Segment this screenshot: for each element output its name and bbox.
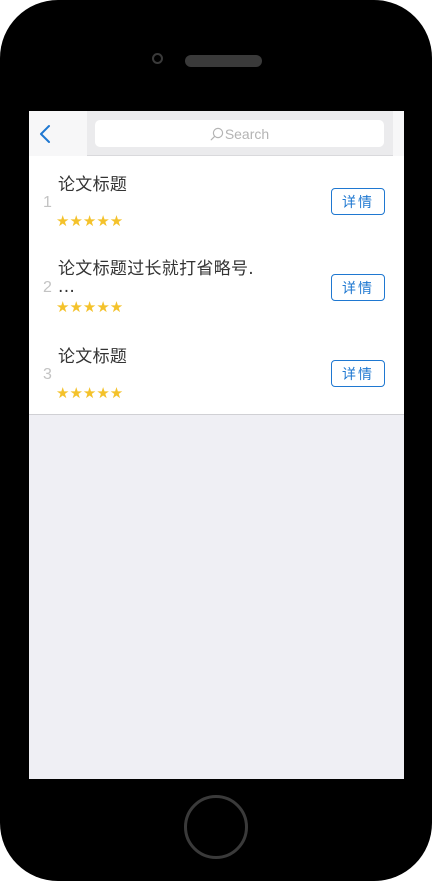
detail-button[interactable]: 详情 (331, 188, 385, 215)
search-placeholder: Search (224, 125, 270, 142)
search-input[interactable]: Search (95, 120, 384, 147)
phone-frame: Search 1 论文标题 ★★★★★ 详情 2 论文标题过长就打省略号. ..… (0, 0, 432, 881)
navigation-bar: Search (29, 111, 404, 156)
rating-stars: ★★★★★ (56, 298, 124, 316)
detail-button[interactable]: 详情 (331, 274, 385, 301)
item-title: 论文标题过长就打省略号. ... (58, 259, 255, 297)
chevron-left-icon (40, 125, 50, 143)
screen: Search 1 论文标题 ★★★★★ 详情 2 论文标题过长就打省略号. ..… (29, 111, 404, 779)
earpiece-speaker (185, 55, 262, 67)
list-item[interactable]: 3 论文标题 ★★★★★ 详情 (29, 328, 404, 414)
item-title: 论文标题 (58, 347, 128, 367)
item-index: 1 (43, 194, 52, 211)
home-button[interactable] (184, 795, 248, 859)
front-camera (152, 53, 163, 64)
item-title: 论文标题 (58, 175, 128, 195)
list-item[interactable]: 1 论文标题 ★★★★★ 详情 (29, 156, 404, 242)
item-index: 2 (43, 279, 52, 296)
rating-stars: ★★★★★ (56, 212, 124, 230)
rating-stars: ★★★★★ (56, 384, 124, 402)
back-button[interactable] (34, 123, 56, 145)
detail-button[interactable]: 详情 (331, 360, 385, 387)
list-item[interactable]: 2 论文标题过长就打省略号. ... ★★★★★ 详情 (29, 242, 404, 328)
item-index: 3 (43, 366, 52, 383)
paper-list: 1 论文标题 ★★★★★ 详情 2 论文标题过长就打省略号. ... ★★★★★… (29, 156, 404, 415)
search-bar: Search (87, 111, 393, 156)
search-icon (210, 127, 224, 140)
